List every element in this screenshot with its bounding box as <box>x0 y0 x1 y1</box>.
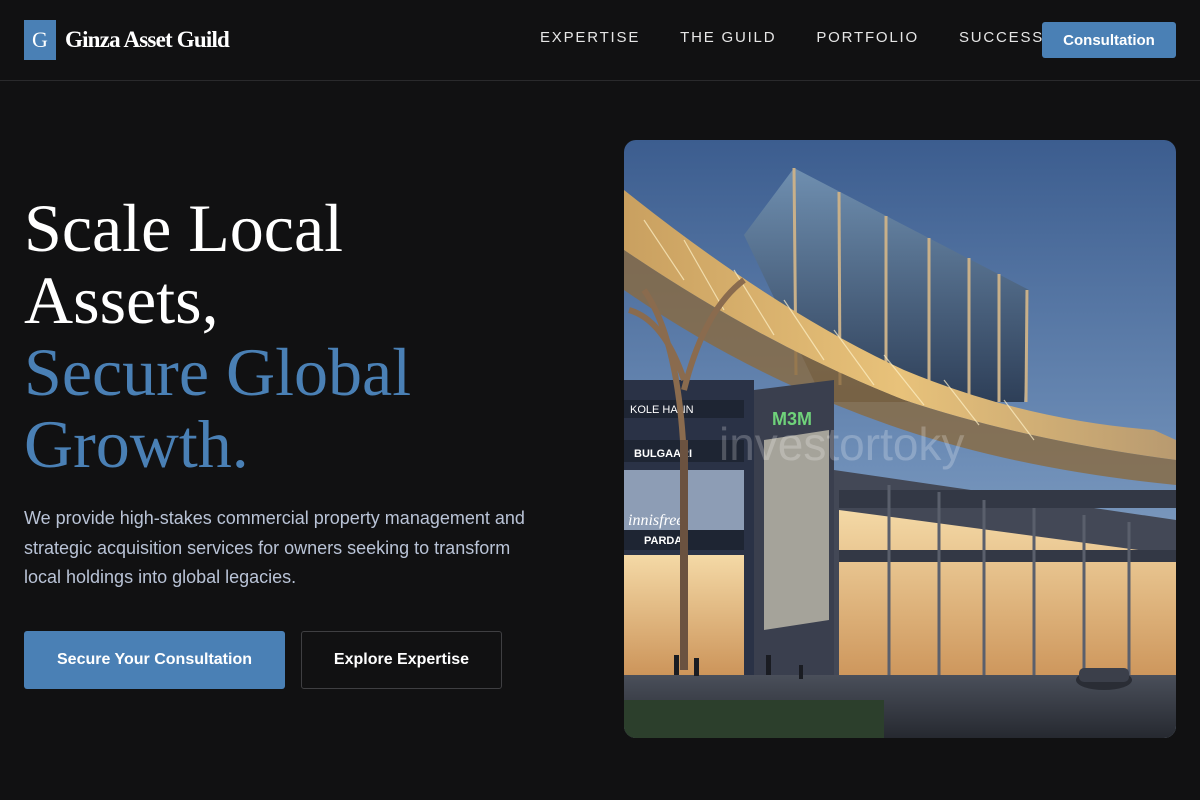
hero-image: KOLE HANN BULGAARI PARDA innisfree M3M i… <box>624 140 1176 738</box>
brand-logo[interactable]: G Ginza Asset Guild <box>24 20 230 60</box>
nav-link-expertise[interactable]: EXPERTISE <box>540 29 640 46</box>
hero-description: We provide high-stakes commercial proper… <box>24 508 525 587</box>
brand-name: Ginza Asset Guild <box>65 27 230 52</box>
hero-title-accent-line: Growth. <box>24 406 249 482</box>
nav-link-success[interactable]: SUCCESS <box>959 29 1044 46</box>
site-header: G Ginza Asset Guild EXPERTISE THE GUILD … <box>0 0 1200 81</box>
explore-expertise-button[interactable]: Explore Expertise <box>301 631 502 689</box>
image-watermark: investortoky <box>719 418 964 470</box>
sign-text: innisfree <box>628 512 683 529</box>
secure-consultation-button[interactable]: Secure Your Consultation <box>24 631 285 689</box>
mall-illustration: KOLE HANN BULGAARI PARDA innisfree M3M i… <box>624 140 1176 738</box>
nav-link-the-guild[interactable]: THE GUILD <box>680 29 776 46</box>
hero-title: Scale Local Assets, Secure Global Growth… <box>24 192 584 480</box>
nav-link-portfolio[interactable]: PORTFOLIO <box>816 29 919 46</box>
sign-text: KOLE HANN <box>630 404 694 416</box>
consultation-button[interactable]: Consultation <box>1042 22 1176 58</box>
sign-text: PARDA <box>644 535 682 547</box>
hero-title-line: Scale Local <box>24 190 344 266</box>
main-nav: EXPERTISE THE GUILD PORTFOLIO SUCCESS <box>540 29 1044 46</box>
logo-mark: G <box>24 20 56 60</box>
hero-title-accent-line: Secure Global <box>24 334 412 410</box>
hero-title-line: Assets, <box>24 262 219 338</box>
